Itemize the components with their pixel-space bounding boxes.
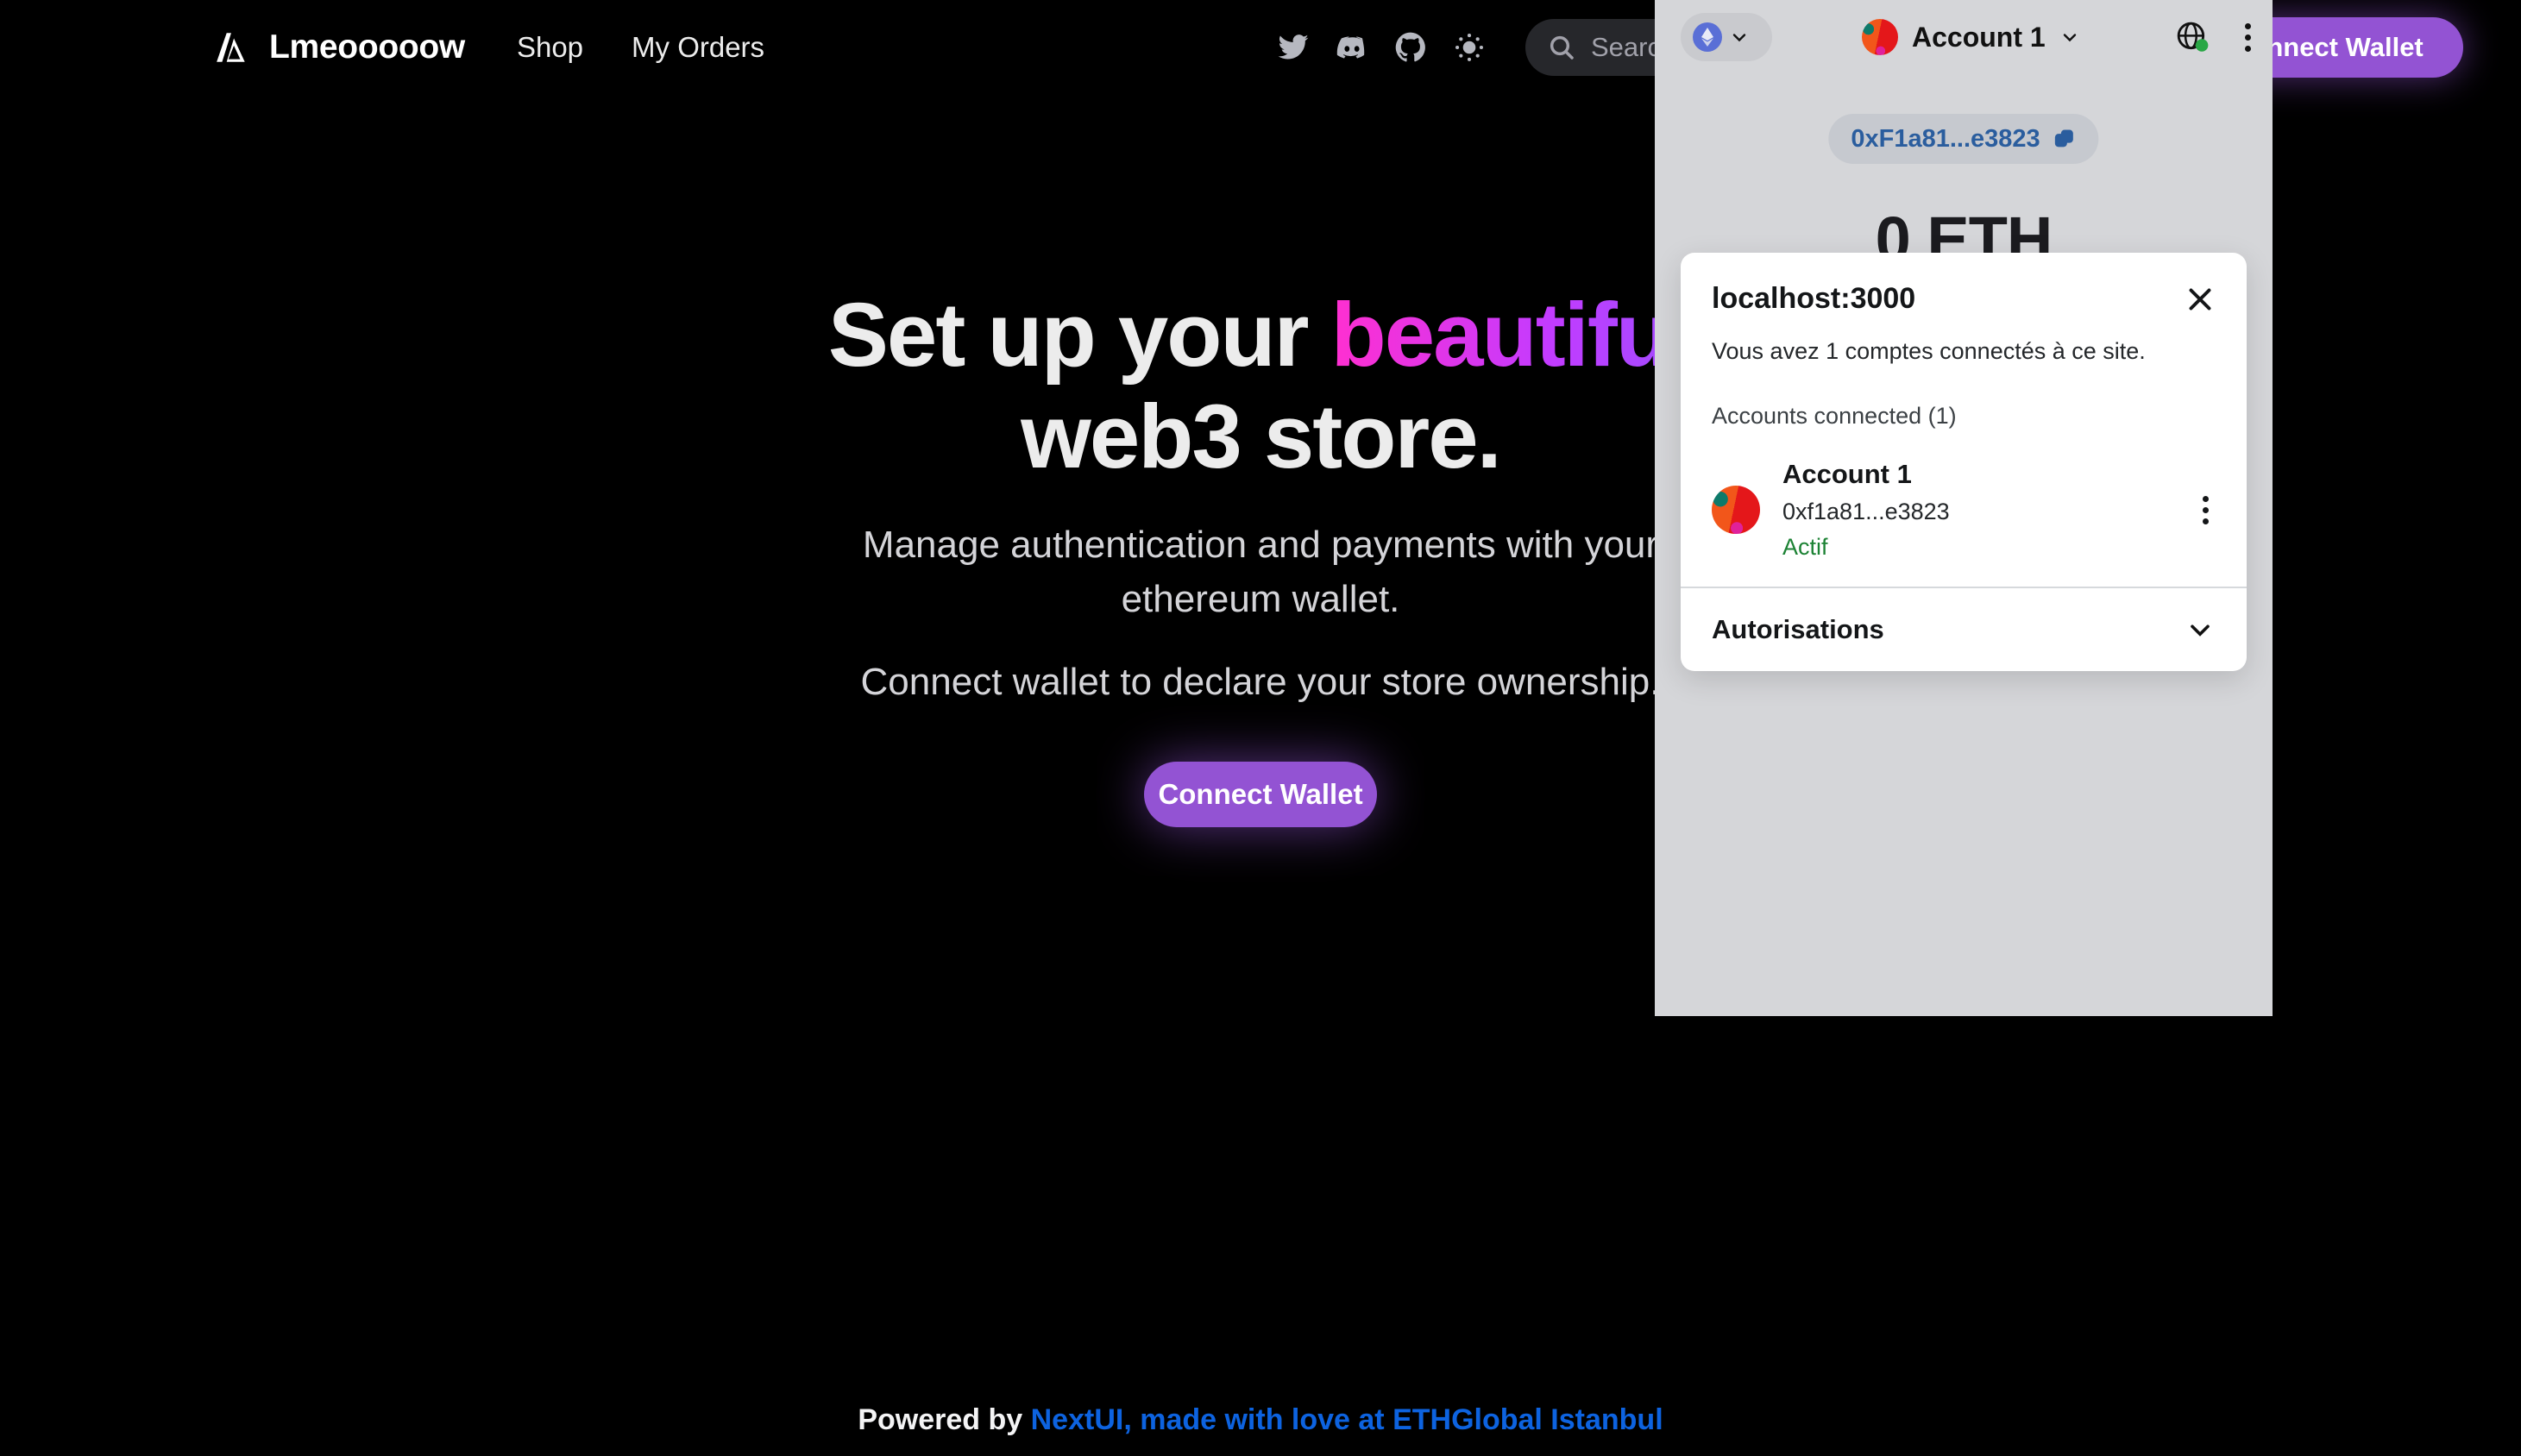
- hero-secondary-text: Connect wallet to declare your store own…: [860, 661, 1661, 704]
- avatar: [1862, 19, 1898, 55]
- copy-icon: [2055, 129, 2074, 147]
- account-name: Account 1: [1782, 459, 1912, 489]
- search-icon: [1550, 35, 1574, 60]
- footer: Powered by NextUI, made with love at ETH…: [0, 1403, 2521, 1437]
- status-badge: Actif: [1782, 534, 1828, 560]
- kebab-menu-icon[interactable]: [2245, 22, 2251, 52]
- accounts-connected-label: Accounts connected (1): [1712, 403, 1957, 429]
- brand[interactable]: Lmeooooow: [214, 28, 465, 66]
- avatar: [1712, 486, 1760, 534]
- globe-connected-icon[interactable]: [2176, 21, 2209, 53]
- nav-link-shop[interactable]: Shop: [517, 31, 583, 64]
- account-name: Account 1: [1912, 21, 2046, 53]
- hero-subtitle: Manage authentication and payments with …: [862, 524, 1659, 620]
- account-selector[interactable]: Account 1: [1862, 19, 2080, 55]
- address-pill[interactable]: 0xF1a81...e3823: [1828, 114, 2099, 164]
- page-root: Lmeooooow Shop My Orders Search... Conne…: [0, 0, 2521, 1456]
- modal-description: Vous avez 1 comptes connectés à ce site.: [1712, 338, 2146, 364]
- navbar-right: [1277, 0, 1486, 95]
- page-title: Set up your beautiful web3 store.: [700, 285, 1821, 487]
- triangle-logo-icon: [217, 33, 245, 62]
- close-icon[interactable]: [2185, 284, 2216, 315]
- account-address: 0xf1a81...e3823: [1782, 499, 1950, 524]
- network-selector[interactable]: [1681, 13, 1772, 61]
- footer-prefix: Powered by: [858, 1403, 1031, 1436]
- site-name: localhost:3000: [1712, 282, 1916, 315]
- hero-title-highlight: beautiful: [1330, 285, 1694, 386]
- chevron-down-icon: [2191, 624, 2210, 637]
- account-details: Account 1 0xf1a81...e3823 Actif: [1782, 459, 2196, 561]
- chevron-down-icon: [2063, 34, 2076, 42]
- connect-wallet-button[interactable]: Connect Wallet: [1144, 761, 1377, 827]
- social-links: [1277, 31, 1486, 64]
- connection-modal-body: localhost:3000 Vous avez 1 comptes conne…: [1681, 253, 2247, 587]
- twitter-icon[interactable]: [1277, 31, 1310, 64]
- hero-title-part1: Set up your: [827, 285, 1331, 386]
- connection-modal: localhost:3000 Vous avez 1 comptes conne…: [1681, 253, 2247, 671]
- kebab-menu-icon[interactable]: [2196, 489, 2216, 531]
- hero-title-part2: web3 store.: [1021, 386, 1502, 487]
- sun-icon[interactable]: [1453, 31, 1486, 64]
- permissions-label: Autorisations: [1712, 614, 1884, 644]
- chevron-down-icon: [1732, 34, 1746, 42]
- brand-name: Lmeooooow: [269, 28, 465, 66]
- discord-icon[interactable]: [1336, 31, 1368, 64]
- list-item[interactable]: Account 1 0xf1a81...e3823 Actif: [1712, 459, 2216, 561]
- github-icon[interactable]: [1394, 31, 1427, 64]
- footer-link[interactable]: NextUI, made with love at ETHGlobal Ista…: [1031, 1403, 1663, 1436]
- nav-link-my-orders[interactable]: My Orders: [632, 31, 764, 64]
- ethereum-icon: [1693, 22, 1722, 52]
- modal-header: localhost:3000: [1712, 282, 2216, 316]
- metamask-header: Account 1: [1655, 0, 2273, 74]
- metamask-panel: Account 1 0xF1a81...e3823 0 ETH localhos…: [1655, 0, 2273, 1016]
- nav-links: Shop My Orders: [517, 31, 764, 64]
- permissions-row[interactable]: Autorisations: [1681, 588, 2247, 671]
- address-text: 0xF1a81...e3823: [1851, 124, 2040, 153]
